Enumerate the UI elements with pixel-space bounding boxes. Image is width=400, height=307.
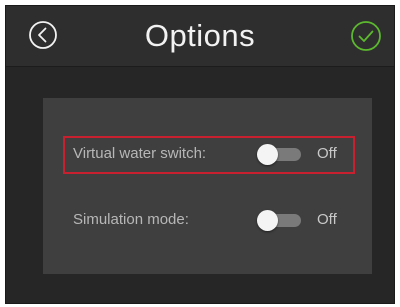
simulation-mode-toggle[interactable] bbox=[257, 210, 301, 231]
setting-row-simulation-mode: Simulation mode: Off bbox=[65, 204, 355, 236]
check-circle-icon bbox=[351, 21, 381, 51]
page-title: Options bbox=[144, 18, 256, 53]
setting-state: Off bbox=[317, 145, 337, 162]
toggle-knob bbox=[257, 210, 278, 231]
toggle-knob bbox=[257, 144, 278, 165]
options-screen: Options Virtual water switch: Off Simula… bbox=[5, 5, 395, 304]
setting-row-virtual-water-switch: Virtual water switch: Off bbox=[63, 136, 355, 174]
virtual-water-switch-toggle[interactable] bbox=[257, 144, 301, 165]
settings-panel: Virtual water switch: Off Simulation mod… bbox=[43, 98, 372, 274]
setting-state: Off bbox=[317, 211, 337, 228]
confirm-button[interactable] bbox=[350, 20, 382, 52]
setting-label: Simulation mode: bbox=[73, 211, 189, 228]
setting-label: Virtual water switch: bbox=[73, 145, 207, 162]
header-bar: Options bbox=[6, 6, 394, 67]
